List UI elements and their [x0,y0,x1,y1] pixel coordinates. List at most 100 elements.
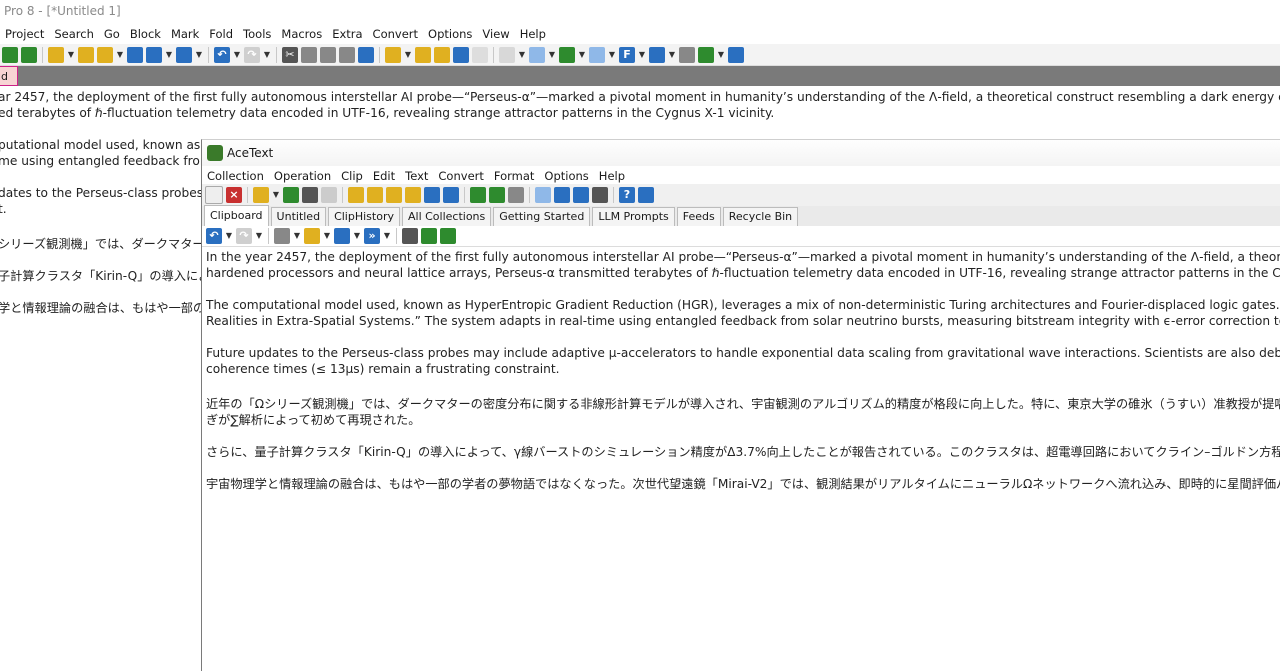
highlight-icon[interactable] [304,228,320,244]
cut-icon[interactable]: ✂ [282,46,298,63]
tab-feeds[interactable]: Feeds [676,207,721,226]
menu-edit[interactable]: Edit [368,166,400,184]
bg-menu-options[interactable]: Options [423,24,477,44]
word-wrap-icon[interactable] [589,46,605,63]
paste-icon[interactable] [320,46,336,63]
tab-llm-prompts[interactable]: LLM Prompts [592,207,675,226]
menu-format[interactable]: Format [489,166,540,184]
format-icon[interactable] [274,228,290,244]
chevron-down-icon[interactable]: ▼ [233,47,241,63]
print-icon[interactable] [176,46,192,63]
redo-icon[interactable]: ↷ [244,46,260,63]
spell-check-icon[interactable] [573,187,589,203]
select-column-icon[interactable] [472,46,488,63]
replace-icon[interactable] [453,46,469,63]
save-icon[interactable] [283,187,299,203]
chevron-down-icon[interactable]: ▼ [195,47,203,63]
chevron-down-icon[interactable]: ▼ [323,228,331,244]
bg-menu-go[interactable]: Go [99,24,125,44]
menu-text[interactable]: Text [400,166,433,184]
bg-menu-macros[interactable]: Macros [276,24,327,44]
search-icon[interactable] [424,187,440,203]
tab-untitled-1[interactable]: d 1 [0,66,18,103]
folder-icon[interactable] [97,46,113,63]
chevron-down-icon[interactable]: ▼ [668,47,676,63]
undo-icon[interactable]: ↶ [206,228,222,244]
chevron-down-icon[interactable]: ▼ [578,47,586,63]
add-icon[interactable] [146,46,162,63]
chevron-down-icon[interactable]: ▼ [255,228,263,244]
export-icon[interactable] [489,187,505,203]
clipboard-icon[interactable] [405,187,421,203]
layout-icon[interactable] [535,187,551,203]
chevron-down-icon[interactable]: ▼ [404,47,412,63]
bg-menu-convert[interactable]: Convert [368,24,423,44]
chevron-down-icon[interactable]: ▼ [293,228,301,244]
menu-options[interactable]: Options [539,166,593,184]
copy-icon[interactable] [348,187,364,203]
undo-icon[interactable]: ↶ [214,46,230,63]
swap-icon[interactable] [358,46,374,63]
live-spell-icon[interactable] [529,46,545,63]
new-file-icon[interactable] [2,46,18,63]
project-icon[interactable] [127,46,143,63]
open-recent-icon[interactable] [78,46,94,63]
window-icon[interactable] [508,187,524,203]
chevron-down-icon[interactable]: ▼ [353,228,361,244]
bg-menu-block[interactable]: Block [125,24,166,44]
user-icon[interactable] [728,46,744,63]
bg-menu-extra[interactable]: Extra [327,24,367,44]
calendar-icon[interactable] [321,187,337,203]
chevron-down-icon[interactable]: ▼ [608,47,616,63]
print-icon[interactable] [302,187,318,203]
chevron-down-icon[interactable]: ▼ [638,47,646,63]
menu-collection[interactable]: Collection [202,166,269,184]
bg-menu-tools[interactable]: Tools [238,24,276,44]
chevron-down-icon[interactable]: ▼ [548,47,556,63]
paste-icon[interactable] [367,187,383,203]
chevron-down-icon[interactable]: ▼ [383,228,391,244]
chart-icon[interactable] [470,187,486,203]
find-next-icon[interactable] [415,46,431,63]
note-icon[interactable] [402,228,418,244]
open-folder-icon[interactable] [253,187,269,203]
chevron-down-icon[interactable]: ▼ [116,47,124,63]
tag-icon[interactable] [698,46,714,63]
bookmark-icon[interactable] [559,46,575,63]
bg-menu-project[interactable]: Project [0,24,49,44]
menu-clip[interactable]: Clip [336,166,368,184]
edit-icon[interactable] [679,46,695,63]
tab-getting-started[interactable]: Getting Started [493,207,591,226]
save-all-icon[interactable] [21,46,37,63]
bg-menu-help[interactable]: Help [515,24,551,44]
tab-untitled[interactable]: Untitled [270,207,327,226]
bg-menu-search[interactable]: Search [49,24,99,44]
redo-icon[interactable]: ↷ [236,228,252,244]
new-clip-icon[interactable] [205,186,223,204]
chevron-down-icon[interactable]: ▼ [272,187,280,203]
delete-icon[interactable]: × [226,187,242,203]
bg-menu-view[interactable]: View [477,24,514,44]
acetext-title-bar[interactable]: AceText [202,140,1280,166]
copy-icon[interactable] [301,46,317,63]
chevron-down-icon[interactable]: ▼ [263,47,271,63]
menu-help[interactable]: Help [594,166,630,184]
open-folder-icon[interactable] [48,46,64,63]
chevron-down-icon[interactable]: ▼ [518,47,526,63]
sort-icon[interactable] [440,228,456,244]
tab-all-collections[interactable]: All Collections [401,207,492,226]
panel-icon[interactable] [554,187,570,203]
menu-operation[interactable]: Operation [269,166,336,184]
find-icon[interactable] [443,187,459,203]
clip-text-editor[interactable]: In the year 2457, the deployment of the … [202,247,1280,671]
paste-special-icon[interactable] [386,187,402,203]
bg-menu-fold[interactable]: Fold [204,24,238,44]
font-icon[interactable]: F [619,46,635,63]
bg-menu-mark[interactable]: Mark [166,24,204,44]
tab-cliphistory[interactable]: ClipHistory [328,207,400,226]
menu-convert[interactable]: Convert [433,166,488,184]
help-icon[interactable]: ? [619,187,635,203]
calendar-icon[interactable] [421,228,437,244]
convert-icon[interactable] [649,46,665,63]
indent-icon[interactable]: » [364,228,380,244]
